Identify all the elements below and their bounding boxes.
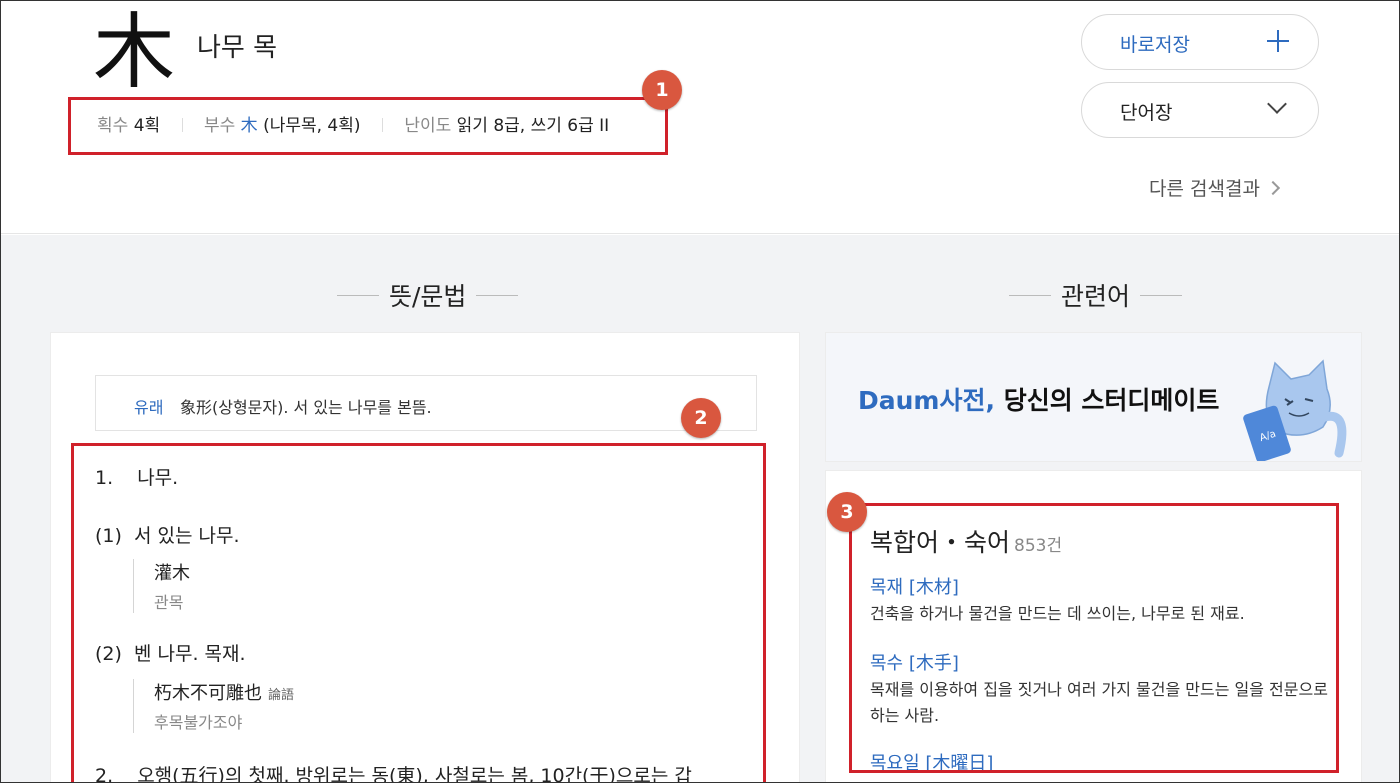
hanja-character: 木 xyxy=(93,5,176,100)
title-line xyxy=(476,295,519,296)
highlight-box-3 xyxy=(849,503,1339,773)
chevron-down-icon xyxy=(1267,94,1287,114)
title-line xyxy=(1140,295,1183,296)
title-line xyxy=(1009,295,1051,296)
title-line xyxy=(337,295,379,296)
other-results-link[interactable]: 다른 검색결과 xyxy=(1149,174,1280,201)
vocab-button-label: 단어장 xyxy=(1120,102,1173,124)
ad-banner[interactable]: Daum사전, 당신의 스터디메이트 A/a xyxy=(825,332,1362,462)
ad-slogan: 당신의 스터디메이트 xyxy=(1003,386,1220,415)
save-button[interactable]: 바로저장 xyxy=(1081,14,1319,70)
other-results-label: 다른 검색결과 xyxy=(1149,178,1260,200)
step-badge-3: 3 xyxy=(827,492,867,532)
chevron-right-icon xyxy=(1265,180,1280,196)
section-title-related: 관련어 xyxy=(999,277,1192,313)
section-title-text: 뜻/문법 xyxy=(389,282,467,311)
dictionary-page: 木 나무 목 획수 4획 부수 木 (나무목, 4획) 난이도 읽기 8급, 쓰… xyxy=(0,0,1400,783)
ad-brand: Daum사전, xyxy=(858,386,995,415)
save-button-label: 바로저장 xyxy=(1120,34,1190,56)
ad-text: Daum사전, 당신의 스터디메이트 xyxy=(858,381,1219,417)
step-badge-2: 2 xyxy=(681,398,721,438)
highlight-box-2 xyxy=(71,443,766,782)
cat-mascot-icon: A/a xyxy=(1243,359,1347,461)
highlight-box-1 xyxy=(68,97,668,155)
section-title-text: 관련어 xyxy=(1061,282,1131,311)
origin-label: 유래 xyxy=(134,398,164,417)
hanja-reading: 나무 목 xyxy=(197,33,278,63)
section-title-meaning: 뜻/문법 xyxy=(327,277,528,313)
plus-icon xyxy=(1266,29,1290,53)
origin-text: 象形(상형문자). 서 있는 나무를 본뜸. xyxy=(180,398,432,417)
vocab-dropdown-button[interactable]: 단어장 xyxy=(1081,82,1319,138)
step-badge-1: 1 xyxy=(642,70,682,110)
origin-box: 유래 象形(상형문자). 서 있는 나무를 본뜸. xyxy=(95,375,757,431)
